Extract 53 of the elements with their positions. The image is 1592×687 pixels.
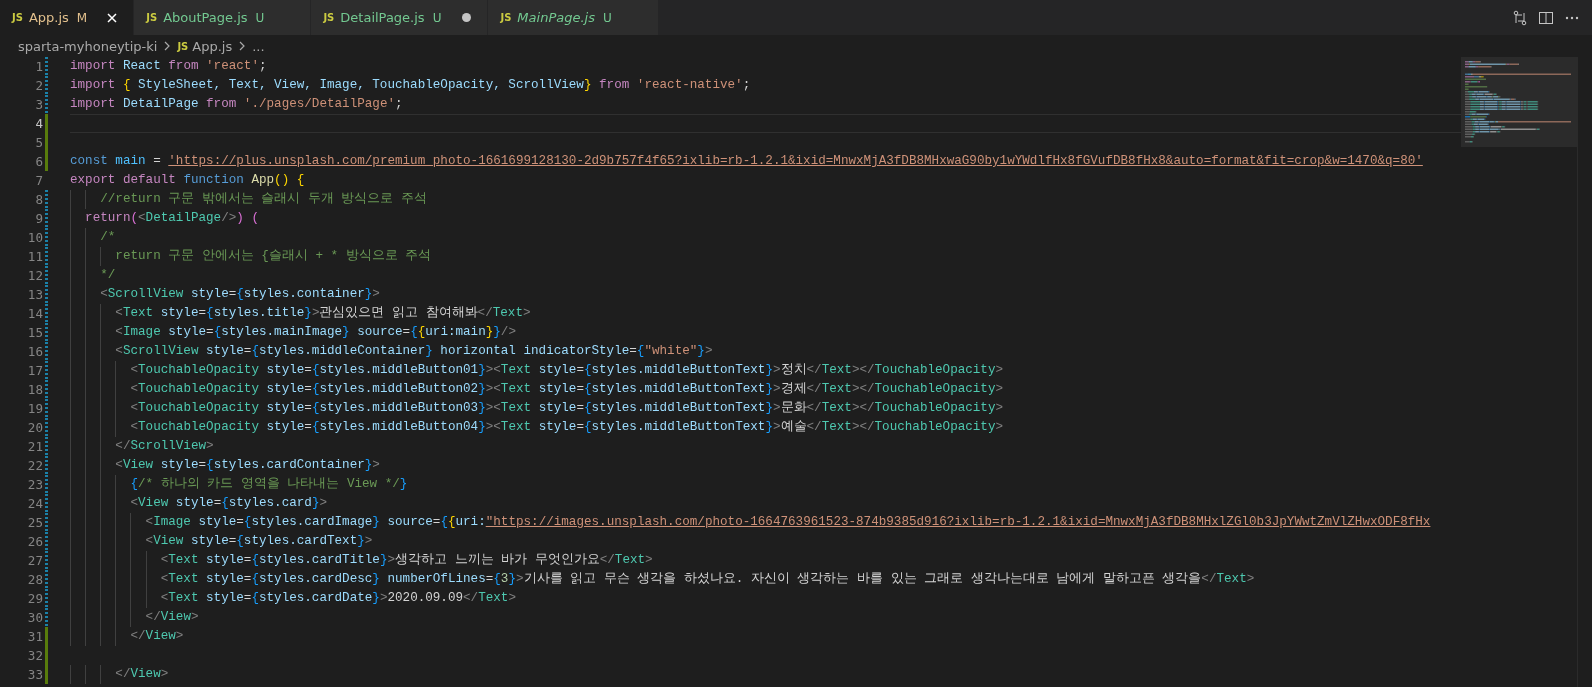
editor-tab[interactable]: JS App.js M [0,0,135,35]
line-number: 6 [34,154,43,169]
line-number: 3 [34,97,43,112]
line-number: 14 [26,306,43,321]
line-number: 33 [26,667,43,682]
line-number: 18 [26,382,43,397]
line-number: 27 [26,553,43,568]
line-number: 20 [26,420,43,435]
breadcrumb-folder[interactable]: sparta-myhoneytip-ki [18,38,158,54]
line-number: 4 [34,116,43,131]
line-number: 1 [34,59,43,74]
code-line: import DetailPage from './pages/DetailPage'; [70,96,404,113]
line-number: 15 [26,325,43,340]
line-number: 24 [26,496,43,511]
line-number: 29 [26,591,43,606]
line-number: 23 [26,477,43,492]
line-number: 11 [26,249,43,264]
line-number: 12 [26,268,43,283]
code-line: import { StyleSheet, Text, View, Image, TouchableOpacity, ScrollView} from 'react-native'; [70,77,752,94]
editor-tab[interactable]: JS MainPage.js U [488,0,659,35]
breadcrumb-file[interactable]: App.js [192,38,233,54]
line-number: 21 [26,439,43,454]
compare-changes-icon[interactable] [1512,9,1528,26]
split-editor-icon[interactable] [1538,9,1554,26]
js-file-icon: JS [323,12,335,23]
editor-tab[interactable]: JS DetailPage.js U [311,0,489,35]
code-line: const main = 'https://plus.unsplash.com/premium_photo-1661699128130-2d9b757f4f65?ixlib=rb-1.2.1&ixid=MnwxMjA3fDB8MHxwaG90by1wYWdlfHx8fGVufDB8fHx8&auto=format&fit=crop&w=1470&q=80' [70,153,1424,170]
js-file-icon: JS [500,12,512,23]
line-number: 16 [26,344,43,359]
breadcrumb-more[interactable]: ... [252,38,265,54]
js-file-icon: JS [12,12,23,23]
line-number: 10 [26,230,43,245]
line-number: 8 [34,192,43,207]
close-icon[interactable] [105,10,120,25]
line-number: 19 [26,401,43,416]
code-line: import React from 'react'; [70,58,268,75]
line-number: 26 [26,534,43,549]
line-number: 31 [26,629,43,644]
line-number: 7 [34,173,43,188]
line-number: 28 [26,572,43,587]
editor-tab[interactable]: JS AboutPage.js U [134,0,312,35]
code-line: export default function App() { [70,172,306,189]
js-file-icon: JS [146,12,158,23]
line-number: 30 [26,610,43,625]
line-number: 17 [26,363,43,378]
line-number: 13 [26,287,43,302]
line-number: 25 [26,515,43,530]
line-number: 2 [34,78,43,93]
line-number: 32 [26,648,43,663]
line-number: 22 [26,458,43,473]
js-file-icon: JS [177,40,189,52]
line-number: 5 [34,135,43,150]
line-number: 9 [34,211,43,226]
